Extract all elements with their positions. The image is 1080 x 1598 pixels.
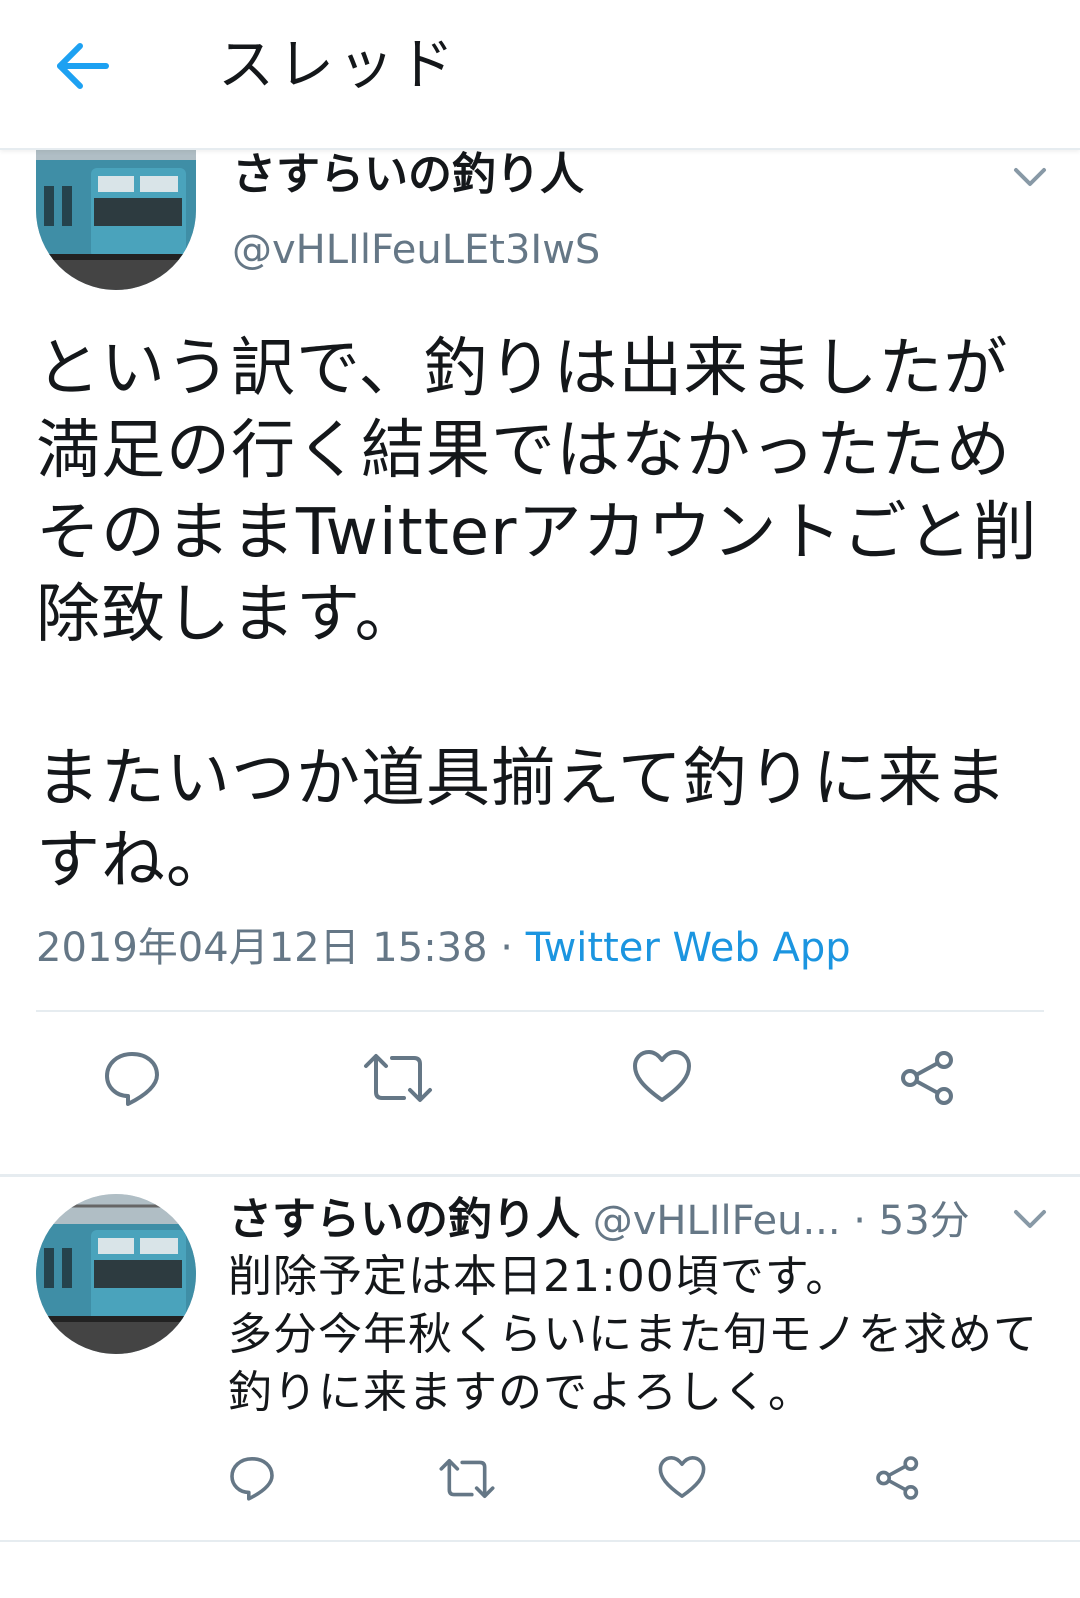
reply-button[interactable] <box>102 1048 162 1112</box>
tweet-menu-button[interactable] <box>1010 1204 1050 1234</box>
timestamp[interactable]: 2019年04月12日 15:38 <box>36 925 488 971</box>
user-handle[interactable]: @vHLIlFeuLEt3IwS <box>232 222 600 278</box>
divider <box>0 1540 1080 1542</box>
relative-time[interactable]: 53分 <box>879 1198 970 1244</box>
share-button[interactable] <box>874 1454 922 1506</box>
tweet-actions <box>0 1448 1080 1528</box>
avatar[interactable] <box>36 1194 196 1354</box>
like-icon <box>658 1456 706 1498</box>
like-icon <box>633 1050 691 1102</box>
train-avatar-image <box>36 150 196 290</box>
chevron-down-icon <box>1014 1210 1046 1228</box>
source-link[interactable]: Twitter Web App <box>526 925 851 971</box>
retweet-icon <box>439 1459 495 1498</box>
user-handle[interactable]: @vHLIlFeu... <box>593 1198 841 1244</box>
tweet-actions <box>0 1030 1080 1140</box>
reply-header: さすらいの釣り人 @vHLIlFeu... · 53分 <box>228 1192 970 1248</box>
display-name[interactable]: さすらいの釣り人 <box>232 150 584 200</box>
meta-separator: · <box>487 925 526 971</box>
arrow-left-icon <box>57 43 109 89</box>
display-name[interactable]: さすらいの釣り人 <box>228 1194 580 1245</box>
reply-icon <box>105 1052 159 1106</box>
page-title: スレッド <box>218 33 458 98</box>
retweet-icon <box>364 1054 432 1102</box>
back-button[interactable] <box>50 36 120 96</box>
share-icon <box>901 1051 953 1105</box>
reply-icon <box>230 1457 274 1501</box>
meta-separator: · <box>840 1198 879 1244</box>
train-avatar-image <box>36 1194 196 1354</box>
tweet-text: という訳で、釣りは出来ましたが満足の行く結果ではなかったためそのままTwitte… <box>36 332 1038 898</box>
like-button[interactable] <box>632 1048 692 1108</box>
avatar[interactable] <box>36 150 196 290</box>
share-icon <box>876 1456 919 1500</box>
tweet-menu-button[interactable] <box>1010 162 1050 192</box>
share-button[interactable] <box>898 1048 958 1112</box>
thread-separator <box>0 1174 1080 1177</box>
top-app-bar: スレッド <box>0 0 1080 150</box>
tweet-text: 削除予定は本日21:00頃です。 多分今年秋くらいにまた旬モノを求めて釣りに来ま… <box>228 1251 1038 1418</box>
tweet-meta: 2019年04月12日 15:38 · Twitter Web App <box>36 920 851 976</box>
chevron-down-icon <box>1014 168 1046 186</box>
focused-tweet: さすらいの釣り人 @vHLIlFeuLEt3IwS という訳で、釣りは出来ました… <box>0 150 1080 1175</box>
reply-button[interactable] <box>228 1454 276 1506</box>
reply-tweet[interactable]: さすらいの釣り人 @vHLIlFeu... · 53分 削除予定は本日21:00… <box>0 1178 1080 1538</box>
retweet-button[interactable] <box>438 1456 496 1505</box>
like-button[interactable] <box>658 1454 706 1504</box>
divider <box>36 1010 1044 1012</box>
retweet-button[interactable] <box>362 1050 434 1110</box>
